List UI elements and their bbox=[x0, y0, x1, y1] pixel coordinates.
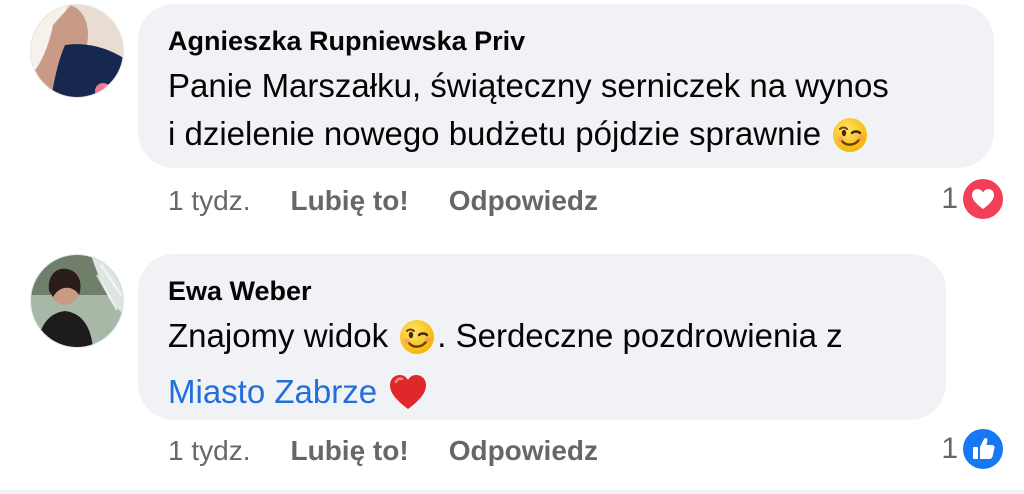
comment-text-fragment: Znajomy widok bbox=[168, 317, 389, 354]
comment-bubble: Ewa Weber Znajomy widok . Serdeczne pozd… bbox=[138, 254, 946, 420]
avatar-image bbox=[31, 255, 123, 347]
divider bbox=[0, 490, 1024, 494]
comment-text-line: Miasto Zabrze bbox=[168, 368, 916, 424]
reaction-count: 1 bbox=[941, 432, 958, 465]
comment-actions: 1 tydz. Lubię to! Odpowiedz bbox=[168, 434, 638, 468]
like-reaction-icon bbox=[960, 426, 1006, 472]
comment-time[interactable]: 1 tydz. bbox=[168, 435, 250, 466]
red-heart-icon bbox=[388, 373, 428, 424]
mention-link[interactable]: Miasto Zabrze bbox=[168, 373, 377, 410]
comment-text-line: Znajomy widok . Serdeczne pozdrowienia z bbox=[168, 312, 916, 368]
comment-author[interactable]: Ewa Weber bbox=[168, 274, 916, 308]
reply-button[interactable]: Odpowiedz bbox=[449, 435, 598, 466]
comment-2: Ewa Weber Znajomy widok . Serdeczne pozd… bbox=[0, 0, 1024, 494]
winking-face-icon bbox=[399, 319, 435, 368]
like-button[interactable]: Lubię to! bbox=[290, 435, 408, 466]
reaction-summary[interactable]: 1 bbox=[941, 426, 1006, 472]
comment-text-fragment: . Serdeczne pozdrowienia z bbox=[437, 317, 843, 354]
comment-text: Znajomy widok . Serdeczne pozdrowienia z… bbox=[168, 312, 916, 424]
avatar[interactable] bbox=[30, 254, 124, 348]
